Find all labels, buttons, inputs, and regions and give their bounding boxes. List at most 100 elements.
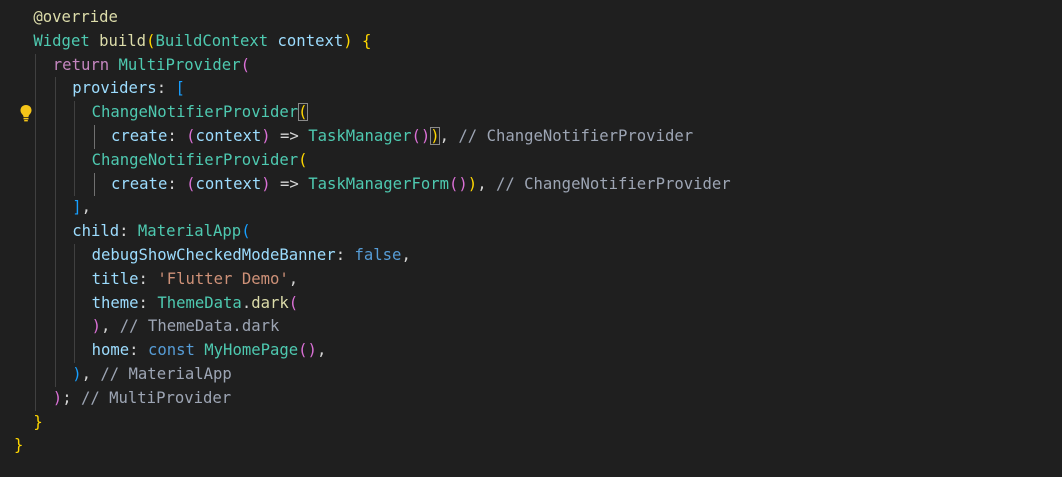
code-token: ] — [72, 198, 82, 217]
lightbulb-icon[interactable] — [19, 104, 33, 122]
code-text: ChangeNotifierProvider( — [92, 149, 308, 173]
code-text: title: 'Flutter Demo', — [92, 268, 299, 292]
indent-guide — [35, 148, 37, 173]
indent-guide — [35, 291, 37, 316]
indent-guide — [35, 267, 37, 292]
code-token: } — [14, 436, 24, 455]
code-token: context — [277, 31, 344, 50]
code-token: ; — [62, 388, 81, 407]
indent-guide — [35, 53, 37, 78]
code-token: } — [33, 412, 43, 431]
code-token: . — [241, 293, 252, 312]
code-text: @override — [33, 6, 118, 30]
code-comment: // MultiProvider — [80, 388, 232, 407]
indent-guide — [35, 339, 37, 363]
indent-guide — [35, 172, 37, 197]
code-token: : — [138, 293, 158, 312]
code-token: ( — [186, 174, 196, 193]
indent-guide — [54, 101, 56, 125]
code-token: MyHomePage — [204, 341, 299, 360]
code-comment: // ChangeNotifierProvider — [495, 174, 731, 193]
code-text: ), // MaterialApp — [72, 363, 232, 387]
code-token: : — [129, 341, 148, 360]
code-token: ( — [241, 222, 251, 241]
code-token: ChangeNotifierProvider — [91, 150, 299, 169]
code-token: [ — [175, 79, 185, 98]
code-text: } — [14, 434, 23, 458]
indent-guide — [74, 101, 76, 125]
code-token: , — [100, 317, 120, 336]
indent-guide — [54, 124, 56, 149]
code-token: : — [167, 174, 187, 193]
code-text: create: (context) => TaskManagerForm()),… — [111, 173, 731, 197]
indent-guide — [35, 315, 37, 340]
code-text: child: MaterialApp( — [72, 220, 250, 244]
code-token: , — [477, 174, 496, 193]
code-token: ) — [467, 174, 478, 193]
indent-guide — [35, 101, 37, 125]
indent-guide — [54, 315, 56, 340]
indent-guide — [35, 243, 37, 268]
code-text: ), // ThemeData.dark — [92, 315, 280, 339]
code-token: context — [195, 126, 262, 145]
code-token: : — [335, 245, 355, 264]
code-token: home — [91, 341, 130, 360]
code-token: child — [72, 222, 120, 241]
code-token: () — [449, 174, 468, 193]
code-token: () — [411, 126, 431, 145]
indent-guide — [54, 220, 56, 244]
indent-guide — [74, 124, 76, 149]
code-token: ThemeData — [157, 293, 242, 312]
code-text: create: (context) => TaskManager()), // … — [111, 125, 693, 149]
code-token: => — [270, 126, 309, 145]
code-token: theme — [91, 293, 139, 312]
indent-guide — [35, 124, 37, 149]
code-token: , — [288, 269, 299, 288]
code-token: BuildContext — [155, 31, 269, 50]
code-token: ) — [72, 364, 82, 383]
code-token: create — [111, 126, 168, 145]
code-token: ) — [91, 317, 101, 336]
code-token: , — [401, 245, 411, 264]
code-token: : — [138, 269, 158, 288]
code-token: ( — [298, 150, 308, 169]
code-token: () — [298, 341, 317, 360]
indent-guide — [74, 148, 76, 173]
indent-guide — [35, 386, 37, 411]
indent-guide — [54, 77, 56, 102]
indent-guide — [35, 196, 37, 221]
code-token: MaterialApp — [137, 222, 242, 241]
code-token: : — [119, 222, 138, 241]
code-text: ); // MultiProvider — [53, 387, 231, 411]
code-token: ) — [430, 126, 440, 145]
code-comment: // ThemeData.dark — [119, 317, 280, 336]
indent-guide — [54, 339, 56, 363]
code-text: ], — [72, 196, 91, 220]
code-token: ) — [52, 388, 63, 407]
code-token: , — [316, 341, 327, 360]
indent-guide — [35, 77, 37, 102]
code-token: false — [354, 245, 402, 264]
code-editor[interactable]: @override Widget build(BuildContext conte… — [0, 0, 1062, 477]
indent-guide — [54, 362, 56, 387]
code-token: MultiProvider — [118, 55, 241, 74]
indent-guide — [54, 243, 56, 268]
code-token: const — [147, 341, 195, 360]
indent-guide — [74, 291, 76, 316]
code-token: ( — [288, 293, 299, 312]
code-token: , — [439, 126, 459, 145]
code-token: debugShowCheckedModeBanner — [91, 245, 336, 264]
code-text: } — [33, 411, 42, 435]
code-token: ( — [240, 55, 250, 74]
code-token: providers — [72, 79, 157, 98]
code-token: ) — [343, 31, 353, 50]
code-token: build — [99, 31, 147, 50]
indent-guide — [54, 291, 56, 316]
code-token: => — [270, 174, 309, 193]
indent-guide — [74, 315, 76, 340]
